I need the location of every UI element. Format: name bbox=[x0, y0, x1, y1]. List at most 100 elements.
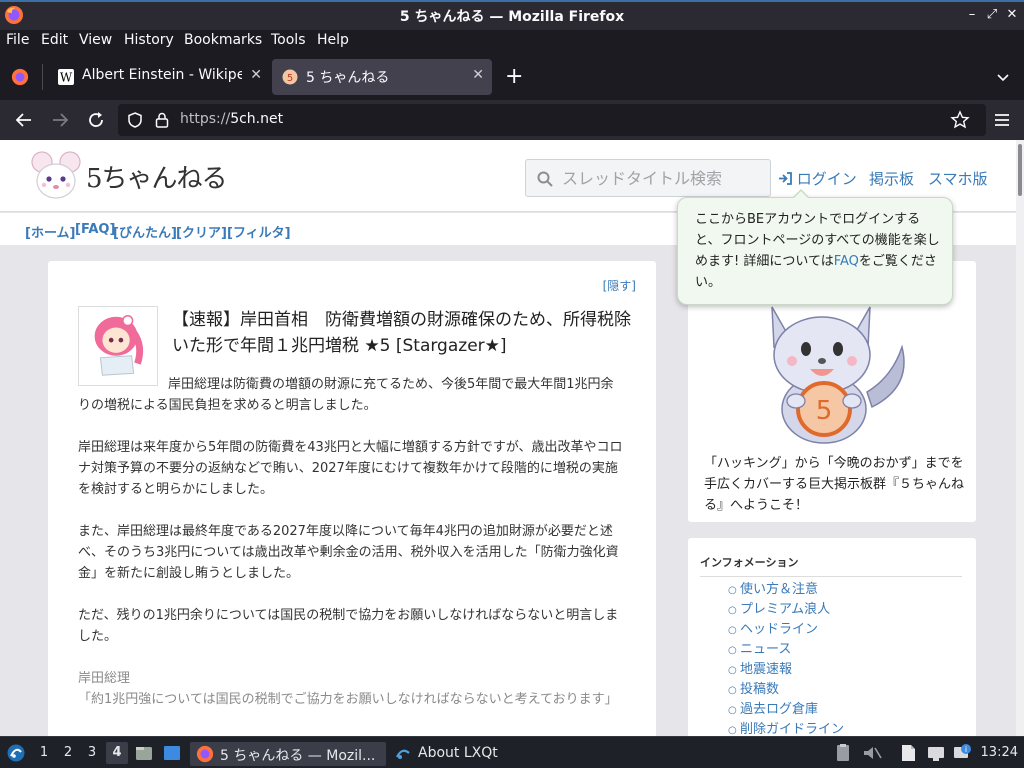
article-title[interactable]: 【速報】岸田首相 防衛費増額の財源確保のため、所得税除いた形で年間１兆円増税 ★… bbox=[172, 307, 638, 359]
close-button[interactable]: ✕ bbox=[1002, 5, 1022, 25]
subnav-filter[interactable]: [フィルタ] bbox=[227, 222, 291, 241]
info-link-earthquake[interactable]: ○ 地震速報 bbox=[728, 660, 844, 680]
svg-text:i: i bbox=[965, 745, 967, 754]
info-link-archive[interactable]: ○ 過去ログ倉庫 bbox=[728, 700, 844, 720]
menu-history[interactable]: History bbox=[124, 32, 174, 48]
window-title: 5 ちゃんねる — Mozilla Firefox bbox=[399, 9, 625, 25]
titlebar-accent bbox=[0, 0, 1024, 2]
task-label: About LXQt bbox=[418, 745, 498, 761]
url-text[interactable]: https://5ch.net bbox=[180, 111, 283, 127]
tooltip-faq-link[interactable]: FAQ bbox=[834, 254, 859, 269]
network-icon[interactable] bbox=[926, 743, 946, 763]
subnav-faq[interactable]: [FAQ] bbox=[75, 222, 115, 237]
subnav-bintan[interactable]: [びんたん] bbox=[113, 222, 177, 241]
login-label: ログイン bbox=[796, 170, 857, 188]
tab-strip: W Albert Einstein - Wikipedia ✕ 5 5 ちゃんね… bbox=[0, 52, 1024, 100]
hide-article-link[interactable]: [隠す] bbox=[603, 277, 636, 294]
page-viewport: 5ちゃんねる ログイン 掲示板 スマホ版 [ホーム] [FAQ] [びんたん] … bbox=[0, 140, 1024, 736]
page-scrollbar[interactable] bbox=[1016, 140, 1024, 736]
tab-label: Albert Einstein - Wikipedia bbox=[82, 67, 242, 83]
site-logo-text[interactable]: 5ちゃんねる bbox=[86, 158, 228, 195]
info-link-premium[interactable]: ○ プレミアム浪人 bbox=[728, 600, 844, 620]
menu-bookmarks[interactable]: Bookmarks bbox=[184, 32, 262, 48]
url-host: 5ch.net bbox=[230, 111, 284, 127]
menu-view[interactable]: View bbox=[79, 32, 112, 48]
menu-file[interactable]: File bbox=[6, 32, 29, 48]
info-link-news[interactable]: ○ ニュース bbox=[728, 640, 844, 660]
quote-speaker: 岸田総理 bbox=[78, 671, 131, 686]
info-link-label: 削除ガイドライン bbox=[740, 722, 845, 736]
info-link-deletion[interactable]: ○ 削除ガイドライン bbox=[728, 720, 844, 736]
window-titlebar: 5 ちゃんねる — Mozilla Firefox – ⤢ ✕ bbox=[0, 0, 1024, 30]
quote-text: 「約1兆円強については国民の税制でご協力をお願いしなければならないと考えておりま… bbox=[78, 692, 618, 707]
task-about-lxqt[interactable]: About LXQt bbox=[392, 742, 532, 766]
subnav-clear[interactable]: [クリア] bbox=[176, 222, 227, 241]
information-list: ○ 使い方＆注意 ○ プレミアム浪人 ○ ヘッドライン ○ ニュース ○ 地震速報 ○ 投稿… bbox=[728, 580, 844, 736]
info-link-label: ニュース bbox=[740, 642, 792, 657]
login-tooltip: ここからBEアカウントでログインすると、フロントページのすべての機能を楽しめます… bbox=[677, 189, 953, 305]
login-link[interactable]: ログイン bbox=[778, 168, 857, 189]
menu-edit[interactable]: Edit bbox=[41, 32, 68, 48]
forward-icon[interactable] bbox=[48, 108, 72, 132]
app-menu-icon[interactable] bbox=[990, 108, 1014, 132]
subnav-home[interactable]: [ホーム] bbox=[25, 222, 76, 241]
info-link-usage[interactable]: ○ 使い方＆注意 bbox=[728, 580, 844, 600]
back-icon[interactable] bbox=[12, 108, 36, 132]
task-firefox[interactable]: 5 ちゃんねる — Mozil... bbox=[190, 742, 386, 766]
new-tab-button[interactable]: + bbox=[505, 64, 523, 89]
wikipedia-icon: W bbox=[58, 69, 74, 85]
clipboard-icon[interactable] bbox=[834, 743, 852, 763]
system-clock[interactable]: 13:24 bbox=[981, 745, 1018, 760]
scrollbar-thumb[interactable] bbox=[1018, 144, 1022, 196]
volume-muted-icon[interactable] bbox=[862, 744, 882, 762]
wolf-mascot-image: 5 bbox=[771, 306, 905, 444]
info-link-headline[interactable]: ○ ヘッドライン bbox=[728, 620, 844, 640]
info-link-label: 地震速報 bbox=[740, 662, 793, 677]
bookmark-star-icon[interactable] bbox=[950, 110, 970, 130]
workspace-4[interactable]: 4 bbox=[106, 742, 128, 764]
mobile-link[interactable]: スマホ版 bbox=[928, 168, 988, 189]
address-bar[interactable]: https://5ch.net bbox=[118, 104, 986, 136]
restore-button[interactable]: ⤢ bbox=[982, 5, 1002, 25]
show-desktop-icon[interactable] bbox=[162, 743, 182, 763]
info-link-post-count[interactable]: ○ 投稿数 bbox=[728, 680, 844, 700]
article-paragraph: 岸田総理は来年度から5年間の防衛費を43兆円と大幅に増額する方針ですが、歳出改革… bbox=[78, 440, 623, 497]
firefox-view-icon[interactable] bbox=[11, 68, 29, 86]
info-link-label: 投稿数 bbox=[740, 682, 780, 697]
reload-icon[interactable] bbox=[84, 108, 108, 132]
lock-icon[interactable] bbox=[154, 111, 170, 129]
svg-text:5: 5 bbox=[287, 73, 293, 84]
tab-5ch[interactable]: 5 5 ちゃんねる ✕ bbox=[272, 59, 492, 95]
notes-icon[interactable] bbox=[898, 743, 918, 763]
file-manager-icon[interactable] bbox=[134, 743, 154, 763]
update-notifier-icon[interactable]: i bbox=[952, 743, 972, 763]
svg-text:W: W bbox=[60, 71, 73, 85]
lxqt-icon bbox=[396, 749, 410, 759]
close-tab-icon[interactable]: ✕ bbox=[250, 67, 262, 83]
thread-search-box[interactable] bbox=[525, 159, 771, 197]
5ch-icon: 5 bbox=[282, 69, 298, 85]
search-icon bbox=[537, 171, 553, 187]
menu-bar: File Edit View History Bookmarks Tools H… bbox=[0, 30, 1024, 52]
lxqt-menu-icon[interactable] bbox=[6, 743, 26, 763]
taskbar: 1 2 3 4 5 ちゃんねる — Mozil... About LXQt i … bbox=[0, 736, 1024, 768]
menu-tools[interactable]: Tools bbox=[271, 32, 306, 48]
info-link-label: 使い方＆注意 bbox=[740, 582, 819, 597]
minimize-button[interactable]: – bbox=[962, 5, 982, 25]
shield-icon[interactable] bbox=[126, 111, 144, 129]
thread-search-input[interactable] bbox=[562, 166, 762, 190]
menu-help[interactable]: Help bbox=[317, 32, 349, 48]
information-card: インフォメーション ○ 使い方＆注意 ○ プレミアム浪人 ○ ヘッドライン ○ ニュース… bbox=[688, 538, 976, 736]
workspace-1[interactable]: 1 bbox=[36, 745, 52, 760]
article-paragraph: 岸田総理は防衛費の増額の財源に充てるため、今後5年間で最大年間1兆円余りの増税に… bbox=[78, 377, 614, 413]
tab-wikipedia[interactable]: W Albert Einstein - Wikipedia ✕ bbox=[48, 59, 270, 95]
close-tab-icon[interactable]: ✕ bbox=[472, 67, 484, 83]
boards-link[interactable]: 掲示板 bbox=[869, 168, 914, 189]
tab-label: 5 ちゃんねる bbox=[306, 70, 390, 86]
workspace-2[interactable]: 2 bbox=[60, 745, 76, 760]
svg-text:5: 5 bbox=[816, 396, 833, 426]
workspace-3[interactable]: 3 bbox=[84, 745, 100, 760]
mascot-mouse-logo[interactable] bbox=[30, 150, 82, 202]
list-all-tabs-icon[interactable] bbox=[996, 70, 1010, 84]
tab-divider bbox=[42, 64, 43, 90]
